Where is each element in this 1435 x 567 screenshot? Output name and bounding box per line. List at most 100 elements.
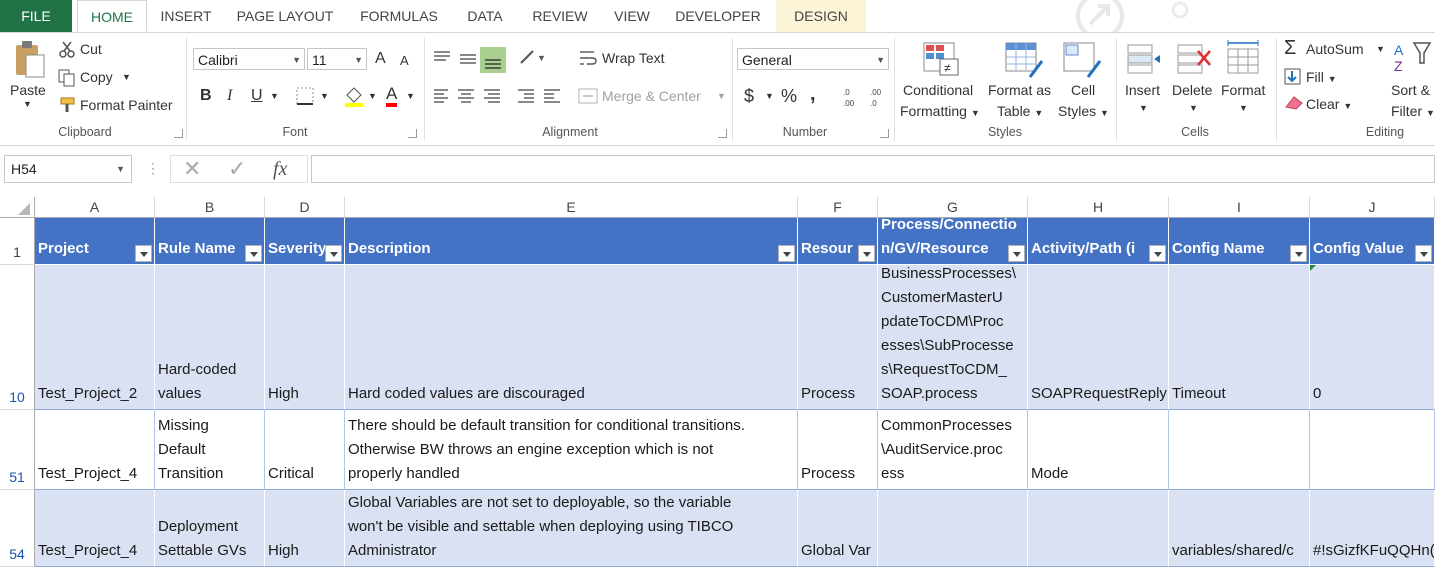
italic-button[interactable]: I — [227, 87, 232, 105]
table-cell[interactable]: Critical — [265, 410, 345, 490]
table-cell[interactable]: Missing Default Transition — [155, 410, 265, 490]
fill-color-dropdown-icon[interactable]: ▼ — [368, 91, 377, 101]
table-header-cell[interactable]: Activity/Path (i — [1028, 218, 1169, 265]
tab-page-layout[interactable]: PAGE LAYOUT — [226, 0, 344, 32]
tab-formulas[interactable]: FORMULAS — [350, 0, 448, 32]
font-size-select[interactable]: 11 ▼ — [307, 48, 367, 70]
table-cell[interactable]: Global Variables are not set to deployab… — [345, 490, 798, 567]
number-launcher-icon[interactable] — [880, 129, 889, 138]
percent-button[interactable]: % — [781, 86, 797, 107]
table-cell[interactable]: Process — [798, 265, 878, 410]
table-cell[interactable]: There should be default transition for c… — [345, 410, 798, 490]
format-as-table-button[interactable]: Format as — [988, 82, 1051, 98]
row-header[interactable]: 51 — [0, 410, 35, 490]
tab-view[interactable]: VIEW — [604, 0, 660, 32]
tab-home[interactable]: HOME — [77, 0, 147, 32]
table-cell[interactable] — [1310, 410, 1435, 490]
table-header-cell[interactable]: Config Name — [1169, 218, 1310, 265]
clipboard-launcher-icon[interactable] — [174, 129, 183, 138]
table-header-cell[interactable]: Description — [345, 218, 798, 265]
filter-dropdown-icon[interactable] — [1290, 245, 1307, 262]
table-cell[interactable]: CommonProcesses \AuditService.proc ess — [878, 410, 1028, 490]
insert-cells-button[interactable]: Insert — [1125, 82, 1160, 98]
table-header-cell[interactable]: Severity — [265, 218, 345, 265]
formula-input[interactable] — [311, 155, 1435, 183]
filter-dropdown-icon[interactable] — [135, 245, 152, 262]
column-header-h[interactable]: H — [1028, 197, 1169, 218]
number-format-select[interactable]: General ▼ — [737, 48, 889, 70]
tab-review[interactable]: REVIEW — [522, 0, 598, 32]
paste-button[interactable]: Paste — [10, 82, 46, 98]
underline-button[interactable]: U — [251, 87, 263, 105]
table-cell[interactable]: BusinessProcesses\ CustomerMasterU pdate… — [878, 265, 1028, 410]
grow-font-icon[interactable]: A — [375, 50, 386, 68]
font-color-button[interactable]: A — [386, 85, 398, 107]
autosum-button[interactable]: AutoSum — [1306, 41, 1364, 57]
filter-dropdown-icon[interactable] — [1149, 245, 1166, 262]
decimal-icons[interactable]: .0 .00 .00 .0 — [842, 86, 888, 108]
insert-function-icon[interactable]: fx — [273, 156, 287, 182]
table-cell[interactable]: SOAPRequestReply — [1028, 265, 1169, 410]
insert-dropdown-icon[interactable]: ▼ — [1139, 103, 1148, 113]
currency-button[interactable]: $ — [744, 86, 754, 107]
cut-button[interactable]: Cut — [80, 41, 102, 57]
currency-dropdown-icon[interactable]: ▼ — [765, 91, 774, 101]
column-header-j[interactable]: J — [1310, 197, 1435, 218]
filter-dropdown-icon[interactable] — [1415, 245, 1432, 262]
table-header-cell[interactable]: Config Value — [1310, 218, 1435, 265]
comma-button[interactable]: , — [810, 83, 816, 106]
table-cell[interactable]: variables/shared/c — [1169, 490, 1310, 567]
paste-icon[interactable] — [12, 39, 46, 79]
row-header[interactable]: 54 — [0, 490, 35, 567]
shrink-font-icon[interactable]: A — [400, 53, 409, 68]
table-cell[interactable]: Global Var — [798, 490, 878, 567]
tab-design[interactable]: DESIGN — [776, 0, 866, 32]
table-cell[interactable]: 0 — [1310, 265, 1435, 410]
clear-button[interactable]: Clear ▼ — [1306, 96, 1352, 112]
font-launcher-icon[interactable] — [408, 129, 417, 138]
select-all-corner[interactable] — [0, 197, 35, 218]
tab-file[interactable]: FILE — [0, 0, 72, 32]
table-cell[interactable]: Test_Project_2 — [35, 265, 155, 410]
bold-button[interactable]: B — [200, 87, 212, 105]
font-name-select[interactable]: Calibri ▼ — [193, 48, 305, 70]
row-header[interactable]: 10 — [0, 265, 35, 410]
filter-dropdown-icon[interactable] — [1008, 245, 1025, 262]
format-dropdown-icon[interactable]: ▼ — [1239, 103, 1248, 113]
enter-icon[interactable]: ✓ — [228, 156, 246, 182]
borders-dropdown-icon[interactable]: ▼ — [320, 91, 329, 101]
table-cell[interactable]: Hard-coded values — [155, 265, 265, 410]
row-header[interactable]: 1 — [0, 218, 35, 265]
tab-insert[interactable]: INSERT — [152, 0, 220, 32]
filter-active-icon[interactable] — [245, 245, 262, 262]
table-cell[interactable]: Timeout — [1169, 265, 1310, 410]
paste-dropdown-icon[interactable]: ▼ — [23, 99, 32, 109]
table-header-cell[interactable]: Rule Name — [155, 218, 265, 265]
table-header-cell[interactable]: Process/Connectio n/GV/Resource — [878, 218, 1028, 265]
table-cell[interactable]: Hard coded values are discouraged — [345, 265, 798, 410]
table-header-cell[interactable]: Project — [35, 218, 155, 265]
table-cell[interactable]: Process — [798, 410, 878, 490]
wrap-text-button[interactable]: Wrap Text — [602, 50, 665, 66]
table-cell[interactable] — [1169, 410, 1310, 490]
filter-dropdown-icon[interactable] — [325, 245, 342, 262]
column-header-i[interactable]: I — [1169, 197, 1310, 218]
merge-center-button[interactable]: Merge & Center — [602, 88, 701, 104]
font-color-dropdown-icon[interactable]: ▼ — [406, 91, 415, 101]
delete-cells-button[interactable]: Delete — [1172, 82, 1212, 98]
filter-dropdown-icon[interactable] — [778, 245, 795, 262]
copy-button[interactable]: Copy — [80, 69, 113, 85]
format-cells-button[interactable]: Format — [1221, 82, 1265, 98]
cancel-icon[interactable]: ✕ — [183, 156, 201, 182]
table-cell[interactable]: High — [265, 265, 345, 410]
column-header-a[interactable]: A — [35, 197, 155, 218]
table-cell[interactable] — [1028, 490, 1169, 567]
table-cell[interactable]: Deployment Settable GVs — [155, 490, 265, 567]
table-cell[interactable]: Mode — [1028, 410, 1169, 490]
delete-dropdown-icon[interactable]: ▼ — [1189, 103, 1198, 113]
fill-color-icon[interactable] — [343, 85, 365, 107]
table-cell[interactable]: Test_Project_4 — [35, 490, 155, 567]
fill-button[interactable]: Fill ▼ — [1306, 69, 1337, 85]
conditional-formatting-button[interactable]: Conditional — [903, 82, 973, 98]
sort-filter-button[interactable]: Sort & — [1391, 82, 1430, 98]
